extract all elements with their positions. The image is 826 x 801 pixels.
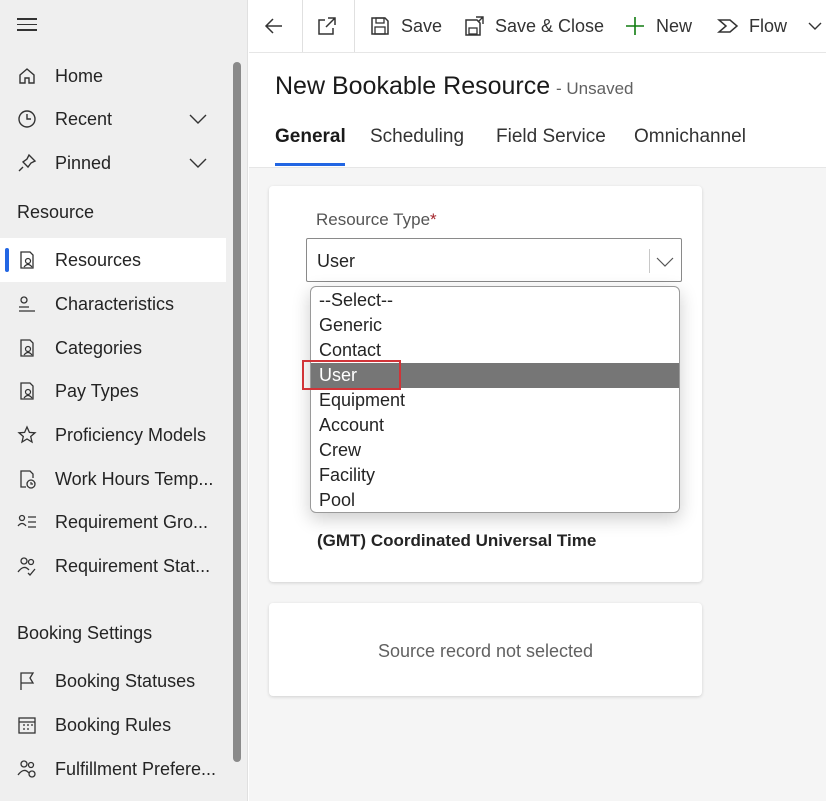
resource-type-dropdown-list: --Select-- Generic Contact User Equipmen… bbox=[310, 286, 680, 513]
option-equipment[interactable]: Equipment bbox=[311, 388, 679, 413]
flag-icon bbox=[16, 670, 38, 692]
save-and-close-label: Save & Close bbox=[495, 15, 605, 36]
open-new-window-icon bbox=[316, 15, 338, 37]
resource-type-label-text: Resource Type bbox=[316, 210, 431, 229]
flow-label: Flow bbox=[749, 15, 788, 36]
toolbar-divider bbox=[302, 0, 303, 52]
people-check-icon bbox=[16, 555, 38, 577]
highlight-annotation-box bbox=[302, 360, 401, 390]
flow-icon bbox=[717, 15, 739, 37]
save-close-icon bbox=[463, 15, 485, 37]
new-label: New bbox=[656, 15, 693, 36]
clock-icon bbox=[16, 108, 38, 130]
option-facility[interactable]: Facility bbox=[311, 463, 679, 488]
add-icon bbox=[624, 15, 646, 37]
sidebar-item-label: Home bbox=[55, 65, 104, 86]
sidebar-item-fulfillment-preferences[interactable]: Fulfillment Prefere... bbox=[0, 747, 226, 791]
toolbar-divider bbox=[354, 0, 355, 52]
option-account[interactable]: Account bbox=[311, 413, 679, 438]
sidebar-item-label: Proficiency Models bbox=[55, 424, 207, 445]
sidebar-item-booking-rules[interactable]: Booking Rules bbox=[0, 703, 226, 747]
flow-button[interactable]: Flow bbox=[717, 0, 823, 52]
sidebar-item-label: Requirement Stat... bbox=[55, 555, 211, 576]
resource-icon bbox=[16, 249, 38, 271]
option-generic[interactable]: Generic bbox=[311, 313, 679, 338]
section-title-booking-settings: Booking Settings bbox=[17, 623, 153, 643]
chevron-down-icon[interactable] bbox=[188, 153, 208, 173]
sidebar-item-pay-types[interactable]: Pay Types bbox=[0, 369, 226, 413]
sidebar-item-label: Requirement Gro... bbox=[55, 511, 209, 532]
sidebar-item-requirement-groups[interactable]: Requirement Gro... bbox=[0, 500, 226, 544]
sidebar-item-resources[interactable]: Resources bbox=[0, 238, 226, 282]
save-icon bbox=[369, 15, 391, 37]
option-pool[interactable]: Pool bbox=[311, 488, 679, 513]
people-settings-icon bbox=[16, 758, 38, 780]
sidebar-item-label: Characteristics bbox=[55, 293, 175, 314]
save-status: - Unsaved bbox=[556, 79, 634, 98]
tab-omnichannel[interactable]: Omnichannel bbox=[634, 126, 746, 148]
sidebar-item-label: Booking Statuses bbox=[55, 670, 196, 691]
tab-scheduling[interactable]: Scheduling bbox=[370, 126, 464, 148]
command-bar: Save Save & Close New Flow bbox=[249, 0, 826, 53]
select-separator bbox=[649, 249, 650, 273]
save-button[interactable]: Save bbox=[369, 0, 442, 52]
sidebar-item-label: Work Hours Temp... bbox=[55, 468, 214, 489]
tab-field-service[interactable]: Field Service bbox=[496, 126, 606, 148]
person-list-icon bbox=[16, 511, 38, 533]
tab-general[interactable]: General bbox=[275, 126, 346, 148]
home-icon bbox=[16, 65, 38, 87]
sidebar-item-proficiency-models[interactable]: Proficiency Models bbox=[0, 413, 226, 457]
resource-type-select[interactable]: User bbox=[306, 238, 682, 282]
save-label: Save bbox=[401, 15, 443, 36]
pay-type-icon bbox=[16, 380, 38, 402]
form-title: New Bookable Resource bbox=[275, 72, 551, 100]
sidebar-item-booking-statuses[interactable]: Booking Statuses bbox=[0, 659, 226, 703]
chevron-down-icon[interactable] bbox=[807, 18, 823, 34]
calendar-icon bbox=[16, 714, 38, 736]
characteristics-icon bbox=[16, 293, 38, 315]
star-icon bbox=[16, 424, 38, 446]
option-select[interactable]: --Select-- bbox=[311, 288, 679, 313]
sidebar-item-categories[interactable]: Categories bbox=[0, 326, 226, 370]
chevron-down-icon[interactable] bbox=[655, 251, 675, 271]
option-crew[interactable]: Crew bbox=[311, 438, 679, 463]
new-button[interactable]: New bbox=[624, 0, 692, 52]
sidebar-item-label: Pinned bbox=[55, 152, 112, 173]
sidebar-item-home[interactable]: Home bbox=[0, 54, 226, 98]
document-clock-icon bbox=[16, 468, 38, 490]
back-button[interactable] bbox=[263, 0, 295, 52]
chevron-down-icon[interactable] bbox=[188, 109, 208, 129]
hamburger-menu-icon[interactable] bbox=[17, 18, 37, 34]
sidebar-item-label: Pay Types bbox=[55, 380, 139, 401]
category-icon bbox=[16, 337, 38, 359]
sidebar-item-label: Resources bbox=[55, 249, 142, 270]
sidebar-item-label: Recent bbox=[55, 108, 113, 129]
sidebar-item-requirement-statuses[interactable]: Requirement Stat... bbox=[0, 544, 226, 588]
arrow-left-icon bbox=[263, 15, 285, 37]
sidebar-item-characteristics[interactable]: Characteristics bbox=[0, 282, 226, 326]
sidebar-scrollbar[interactable] bbox=[233, 62, 241, 762]
sidebar-item-label: Categories bbox=[55, 337, 143, 358]
resource-type-selected-value: User bbox=[317, 251, 356, 271]
sidebar-item-label: Booking Rules bbox=[55, 714, 172, 735]
sidebar-item-work-hours-templates[interactable]: Work Hours Temp... bbox=[0, 457, 226, 501]
sidebar-item-pinned[interactable]: Pinned bbox=[0, 141, 226, 185]
required-marker: * bbox=[430, 210, 437, 229]
time-zone-value: (GMT) Coordinated Universal Time bbox=[317, 531, 597, 550]
section-title-resource: Resource bbox=[17, 202, 95, 222]
active-tab-indicator bbox=[275, 163, 345, 166]
pin-icon bbox=[16, 152, 38, 174]
save-and-close-button[interactable]: Save & Close bbox=[463, 0, 604, 52]
resource-type-label: Resource Type* bbox=[316, 210, 437, 230]
open-in-new-window-button[interactable] bbox=[316, 0, 348, 52]
sidebar: Home Recent Pinned Resource Resources Ch… bbox=[0, 0, 248, 801]
source-record-empty-message: Source record not selected bbox=[377, 641, 594, 661]
sidebar-item-label: Fulfillment Prefere... bbox=[55, 758, 217, 779]
sidebar-item-recent[interactable]: Recent bbox=[0, 97, 226, 141]
